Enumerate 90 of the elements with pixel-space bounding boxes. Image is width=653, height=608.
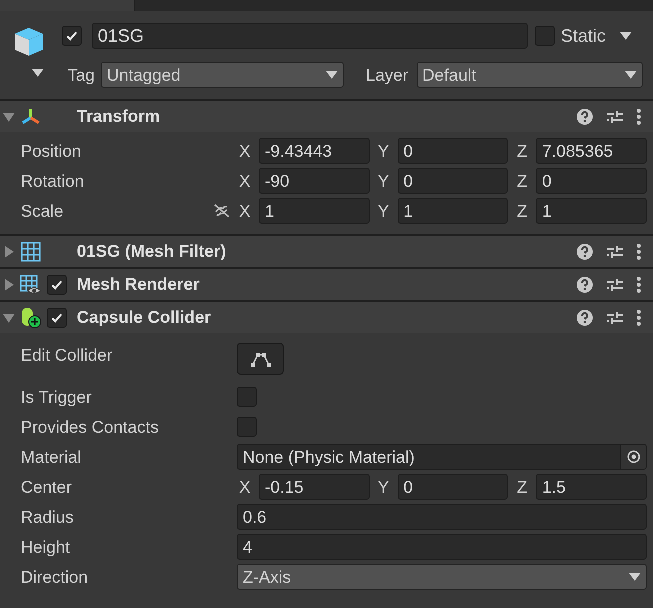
edit-collider-button[interactable]	[237, 343, 284, 375]
enable-checkbox[interactable]	[47, 308, 67, 328]
property-label: Position	[20, 142, 82, 160]
expand-arrow-icon[interactable]	[3, 278, 15, 290]
property-label: Radius	[20, 508, 74, 526]
property-label: Edit Collider	[20, 346, 113, 364]
axis-label: X	[238, 202, 252, 220]
component-title: Transform	[77, 108, 160, 125]
component-header[interactable]: Transform	[0, 99, 653, 132]
checkmark-icon	[65, 29, 79, 43]
caret-icon	[326, 71, 338, 79]
expand-arrow-icon[interactable]	[3, 246, 15, 258]
number-field[interactable]: 7.085365	[536, 138, 648, 164]
number-field[interactable]: 0.6	[237, 504, 647, 530]
checkbox[interactable]	[237, 417, 257, 437]
component-header[interactable]: Mesh Renderer	[0, 267, 653, 300]
number-field[interactable]: 0	[398, 138, 508, 164]
property-label: Material	[20, 448, 82, 466]
help-icon[interactable]	[577, 244, 593, 260]
number-field[interactable]: 4	[237, 534, 647, 560]
sliders-icon[interactable]	[607, 244, 623, 258]
number-field[interactable]: 0	[536, 168, 648, 194]
axis-label: Z	[516, 478, 529, 496]
axes-icon	[20, 106, 42, 126]
component-title: Mesh Renderer	[77, 276, 200, 293]
property-label: Provides Contacts	[20, 418, 159, 436]
axis-label: Z	[516, 142, 529, 160]
help-icon[interactable]	[577, 108, 593, 124]
tag-label: Tag	[66, 66, 95, 84]
property-label: Rotation	[20, 172, 84, 190]
caret-icon	[32, 69, 44, 77]
capsule-plus-icon	[20, 306, 42, 328]
cube-icon[interactable]	[12, 25, 46, 59]
sliders-icon[interactable]	[607, 278, 623, 292]
property-label: Height	[20, 538, 70, 556]
property-label: Is Trigger	[20, 388, 92, 406]
sliders-icon[interactable]	[607, 110, 623, 124]
checkbox[interactable]	[237, 387, 257, 407]
expand-arrow-icon[interactable]	[3, 110, 15, 122]
caret-icon	[620, 32, 632, 40]
property-label: Center	[20, 478, 72, 496]
property-label: Scale	[20, 202, 64, 220]
caret-icon	[625, 71, 637, 79]
object-field[interactable]: None (Physic Material)	[237, 444, 647, 470]
help-icon[interactable]	[577, 276, 593, 292]
more-icon[interactable]	[637, 310, 641, 326]
axis-label: Y	[377, 478, 390, 496]
component-header[interactable]: Capsule Collider	[0, 300, 653, 333]
number-field[interactable]: 1	[259, 198, 370, 224]
component-title: 01SG (Mesh Filter)	[77, 243, 226, 260]
axis-label: Z	[516, 202, 529, 220]
help-icon[interactable]	[577, 310, 593, 326]
more-icon[interactable]	[637, 276, 641, 292]
axis-label: X	[238, 142, 252, 160]
sliders-icon[interactable]	[607, 310, 623, 324]
axis-label: Y	[377, 172, 390, 190]
static-label: Static	[561, 27, 606, 45]
caret-icon	[629, 573, 641, 581]
tag-dropdown[interactable]: Untagged	[101, 62, 344, 88]
axis-label: Y	[377, 142, 390, 160]
expand-arrow-icon[interactable]	[3, 312, 15, 324]
grid-eye-icon	[20, 274, 42, 294]
layer-label: Layer	[366, 66, 409, 84]
axis-label: Y	[377, 202, 390, 220]
more-icon[interactable]	[637, 108, 641, 124]
axis-label: Z	[516, 172, 529, 190]
number-field[interactable]: 1	[536, 198, 648, 224]
number-field[interactable]: 0	[398, 474, 508, 500]
component-header[interactable]: 01SG (Mesh Filter)	[0, 234, 653, 267]
property-label: Direction	[20, 568, 88, 586]
static-checkbox[interactable]	[535, 26, 555, 46]
axis-label: X	[238, 478, 252, 496]
number-field[interactable]: 1.5	[536, 474, 648, 500]
number-field[interactable]: -90	[259, 168, 370, 194]
active-checkbox[interactable]	[62, 26, 82, 46]
layer-dropdown[interactable]: Default	[416, 62, 643, 88]
name-field[interactable]: 01SG	[92, 23, 528, 49]
number-field[interactable]: 1	[398, 198, 508, 224]
component-title: Capsule Collider	[77, 309, 212, 326]
number-field[interactable]: -0.15	[259, 474, 370, 500]
target-icon	[626, 450, 640, 464]
number-field[interactable]: 0	[398, 168, 508, 194]
grid-icon	[21, 242, 41, 262]
enable-checkbox[interactable]	[47, 274, 67, 294]
more-icon[interactable]	[637, 244, 641, 260]
number-field[interactable]: -9.43443	[259, 138, 370, 164]
shape-edit-icon	[250, 351, 272, 367]
dropdown[interactable]: Z-Axis	[237, 564, 647, 590]
axis-label: X	[238, 172, 252, 190]
broken-link-icon[interactable]	[213, 203, 231, 219]
